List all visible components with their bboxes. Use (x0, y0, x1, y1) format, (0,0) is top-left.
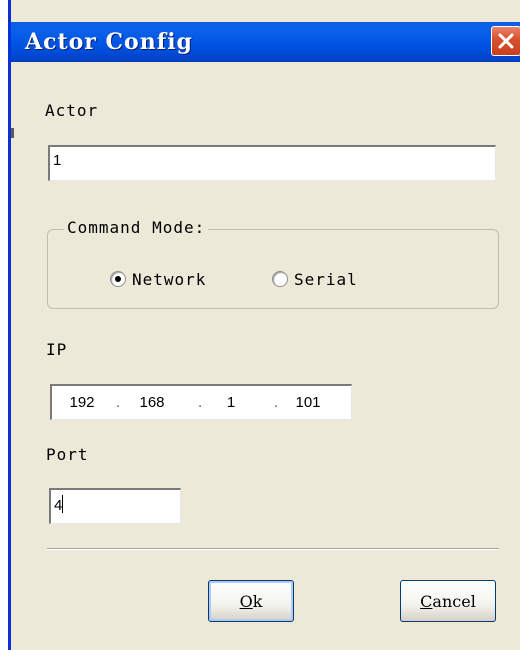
radio-button-serial[interactable] (272, 271, 288, 287)
ip-dot-1: . (116, 394, 121, 411)
close-button[interactable] (491, 26, 520, 56)
ip-dot-3: . (274, 394, 279, 411)
radio-network[interactable]: Network (110, 269, 206, 289)
ip-address-field[interactable]: 192 . 168 . 1 . 101 (50, 384, 352, 420)
port-value: 4 (54, 497, 63, 514)
command-mode-legend: Command Mode: (64, 218, 209, 237)
radio-button-network[interactable] (110, 271, 126, 287)
cancel-label-rest: ancel (432, 591, 476, 611)
ip-label: IP (46, 340, 68, 359)
actor-label: Actor (45, 101, 99, 120)
radio-selected-dot (115, 276, 121, 282)
ok-label-rest: k (252, 591, 263, 611)
title-bar[interactable]: Actor Config (11, 22, 520, 62)
ip-octet-4[interactable]: 101 (288, 394, 328, 411)
window-edge-marker (11, 128, 14, 138)
port-label: Port (46, 445, 89, 464)
cancel-mnemonic: C (420, 591, 433, 611)
port-input[interactable]: 4 (49, 488, 181, 524)
actor-value: 1 (53, 152, 62, 169)
actor-config-dialog: Actor Config Actor 1 Command Mode: Netwo… (8, 0, 520, 650)
text-caret (62, 495, 64, 513)
radio-network-label: Network (132, 269, 207, 289)
dialog-title: Actor Config (25, 29, 193, 55)
ip-octet-1[interactable]: 192 (62, 394, 102, 411)
ok-mnemonic: O (239, 591, 253, 611)
actor-input[interactable]: 1 (48, 145, 496, 181)
ip-octet-3[interactable]: 1 (216, 394, 246, 411)
cancel-button[interactable]: Cancel (400, 580, 496, 622)
ip-octet-2[interactable]: 168 (132, 394, 172, 411)
command-mode-group: Command Mode: Network Serial (47, 218, 499, 309)
ip-dot-2: . (198, 394, 203, 411)
radio-serial[interactable]: Serial (272, 269, 358, 289)
separator-line (47, 548, 499, 550)
radio-serial-label: Serial (294, 269, 358, 289)
ok-button[interactable]: Ok (208, 580, 294, 622)
close-icon (498, 33, 514, 49)
